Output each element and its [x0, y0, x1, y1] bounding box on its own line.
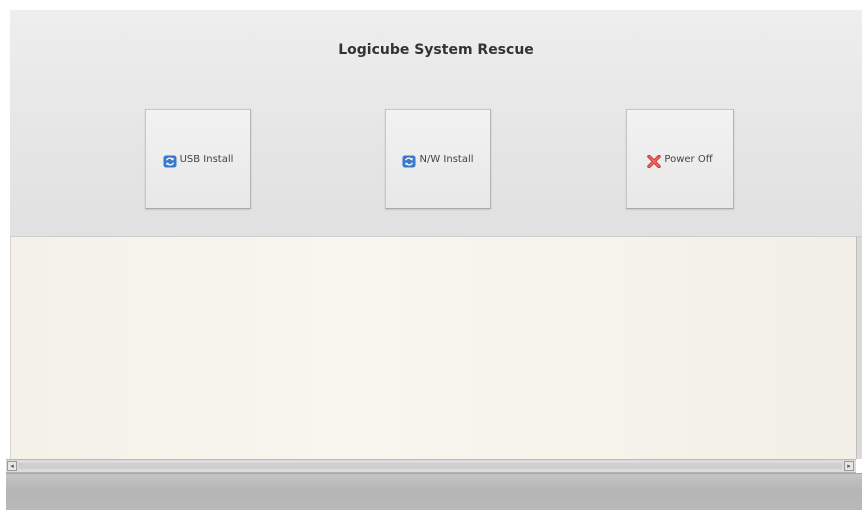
output-log-area[interactable] [10, 237, 857, 459]
refresh-icon [402, 153, 416, 167]
header-panel: Logicube System Rescue USB Install N/W I… [10, 10, 862, 237]
scroll-right-arrow-icon[interactable]: ▸ [844, 461, 854, 471]
power-off-button[interactable]: Power Off [626, 109, 734, 209]
scrollbar-track[interactable] [18, 463, 842, 469]
bottom-status-bar [6, 473, 862, 510]
power-off-label: Power Off [664, 153, 713, 165]
screen: Logicube System Rescue USB Install N/W I… [0, 0, 862, 510]
horizontal-scrollbar[interactable]: ◂ ▸ [6, 459, 856, 473]
vertical-scrollbar[interactable] [856, 237, 862, 459]
usb-install-label: USB Install [179, 153, 234, 165]
scroll-left-arrow-icon[interactable]: ◂ [7, 461, 17, 471]
usb-install-button[interactable]: USB Install [145, 109, 251, 209]
refresh-icon [163, 153, 177, 167]
window-title: Logicube System Rescue [338, 42, 534, 58]
close-x-icon [647, 153, 662, 168]
nw-install-label: N/W Install [419, 153, 474, 165]
screen-bezel [0, 0, 10, 473]
nw-install-button[interactable]: N/W Install [385, 109, 491, 209]
